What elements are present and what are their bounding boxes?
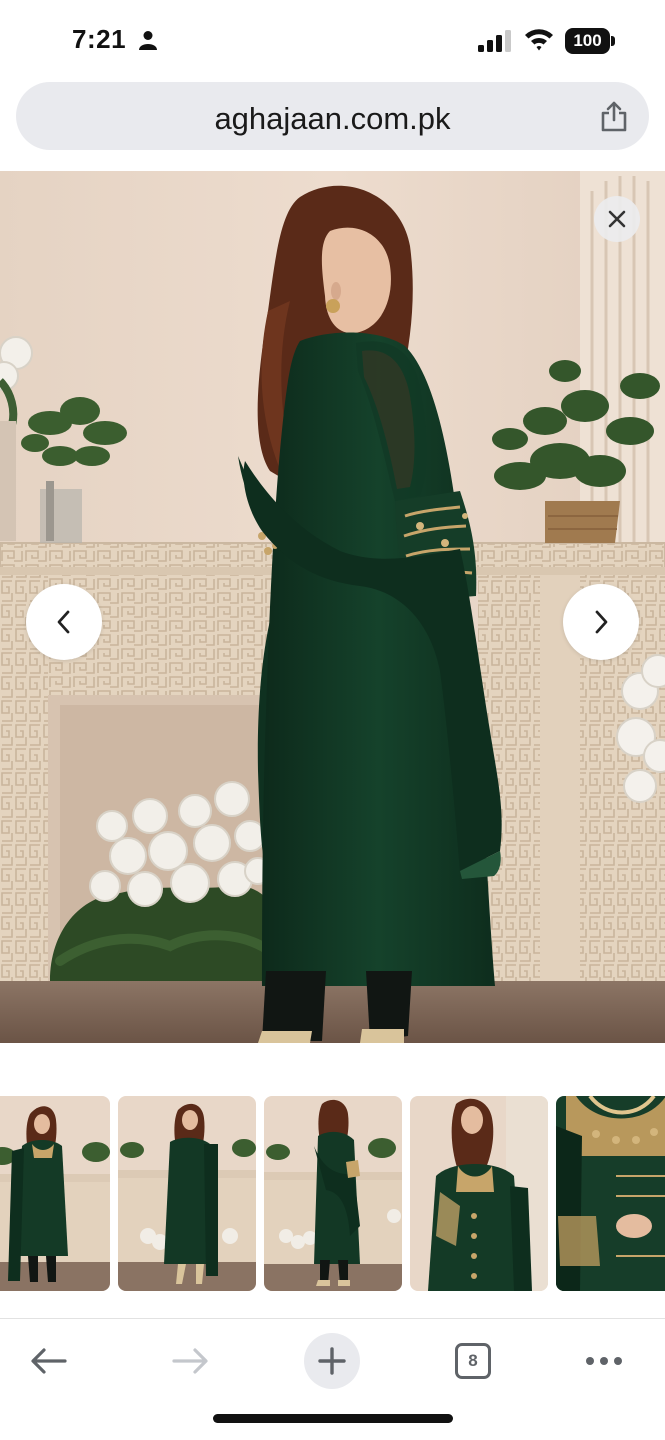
thumbnail-image [410,1096,548,1291]
status-time: 7:21 [72,24,127,54]
thumbnail-5[interactable] [556,1096,665,1291]
plus-icon [318,1347,346,1375]
new-tab-circle [304,1333,360,1389]
thumbnail-image [0,1096,110,1291]
battery-level: 100 [565,28,610,54]
url-text[interactable]: aghajaan.com.pk [16,101,649,137]
person-icon [139,31,157,50]
thumbnail-strip[interactable] [0,1096,665,1291]
thumbnail-image [118,1096,256,1291]
new-tab-button[interactable] [302,1331,362,1391]
back-button[interactable] [19,1331,79,1391]
thumbnail-3[interactable] [264,1096,402,1291]
thumbnail-2[interactable] [118,1096,256,1291]
chevron-left-icon [57,610,70,634]
status-bar: 7:21 100 [0,0,665,70]
next-image-button[interactable] [563,584,639,660]
back-arrow-icon [31,1348,67,1374]
close-button[interactable] [594,196,640,242]
forward-button[interactable] [160,1331,220,1391]
more-icon [586,1357,622,1365]
more-menu-button[interactable] [574,1331,634,1391]
close-icon [608,210,626,228]
previous-image-button[interactable] [26,584,102,660]
url-bar[interactable]: aghajaan.com.pk [16,82,649,150]
thumbnail-image [556,1096,665,1291]
share-icon[interactable] [599,100,629,132]
home-indicator[interactable] [213,1414,453,1423]
forward-arrow-icon [172,1348,208,1374]
wifi-icon [525,29,553,51]
signal-icon [478,30,511,52]
thumbnail-4[interactable] [410,1096,548,1291]
thumbnail-image [264,1096,402,1291]
tab-switcher-button[interactable]: 8 [443,1331,503,1391]
tabs-icon: 8 [455,1343,491,1379]
chevron-right-icon [595,610,608,634]
battery-tip [611,36,615,46]
battery-icon: 100 [565,28,615,54]
thumbnail-1[interactable] [0,1096,110,1291]
